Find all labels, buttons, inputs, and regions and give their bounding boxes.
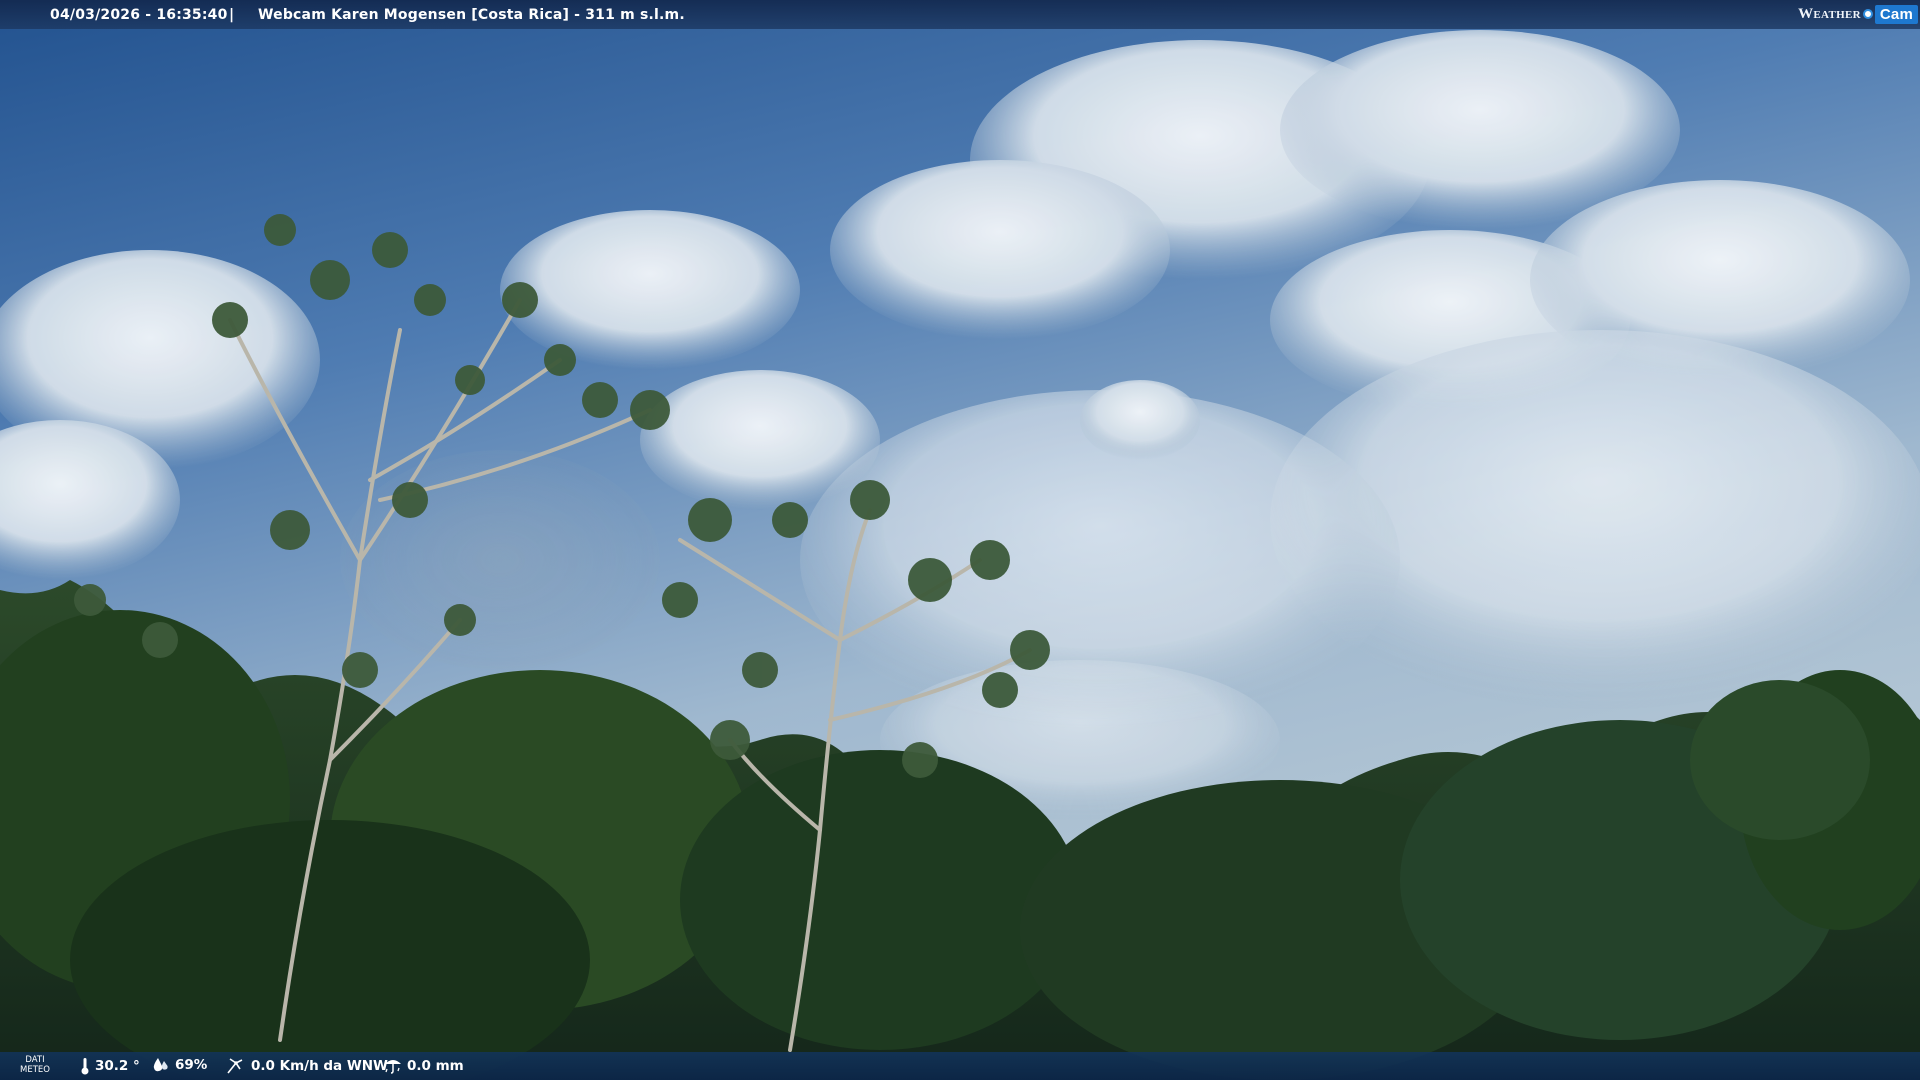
humidity-reading: 69% (152, 1057, 207, 1073)
logo-dot-icon (1862, 9, 1873, 19)
rain-icon (385, 1060, 401, 1074)
humidity-value: 69% (175, 1057, 208, 1073)
webcam-title: Webcam Karen Mogensen [Costa Rica] - 311… (258, 7, 685, 23)
wind-value: 0.0 Km/h da WNW (251, 1058, 388, 1074)
top-info-bar: 04/03/2026 - 16:35:40 | Webcam Karen Mog… (0, 0, 1920, 29)
weather-data-bar: DATI METEO 30.2 ° 69% 0.0 Km/h da WNW 0.… (0, 1052, 1920, 1080)
thermometer-icon (81, 1058, 89, 1075)
timestamp: 04/03/2026 - 16:35:40 (50, 7, 228, 23)
logo-cam-text: Cam (1874, 4, 1918, 24)
webcam-image (0, 0, 1920, 1080)
wind-icon (227, 1058, 243, 1074)
separator: | (229, 7, 235, 23)
temperature-value: 30.2 ° (95, 1058, 140, 1074)
rain-value: 0.0 mm (407, 1058, 464, 1074)
label-line-2: METEO (20, 1065, 50, 1075)
rain-reading: 0.0 mm (384, 1057, 464, 1075)
temperature-reading: 30.2 ° (80, 1057, 140, 1075)
weathercam-logo: Weather Cam (1798, 2, 1918, 26)
weather-data-label: DATI METEO (18, 1055, 52, 1075)
wind-reading: 0.0 Km/h da WNW (226, 1057, 388, 1075)
label-line-1: DATI (25, 1055, 45, 1065)
humidity-drop-icon (153, 1058, 168, 1072)
logo-weather-text: Weather (1798, 5, 1861, 22)
